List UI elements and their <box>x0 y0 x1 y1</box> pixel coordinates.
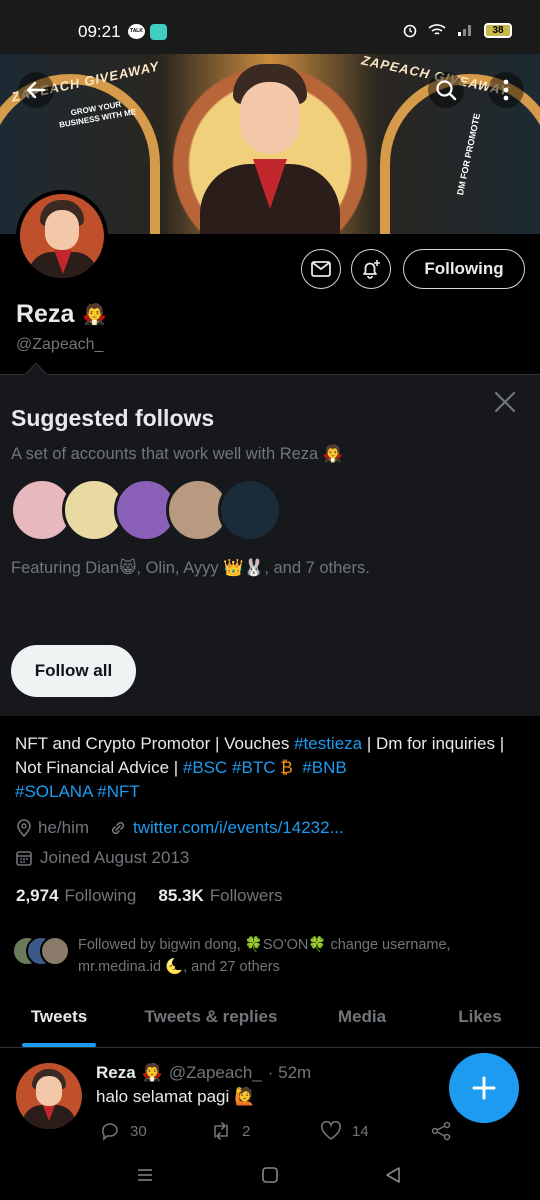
profile-name: Reza <box>16 300 75 328</box>
profile-bio: NFT and Crypto Promotor | Vouches #testi… <box>15 734 505 801</box>
hashtag-link[interactable]: #testieza <box>294 734 362 753</box>
share-button[interactable] <box>430 1121 452 1141</box>
system-nav-bar <box>0 1150 540 1200</box>
hashtag-link[interactable]: #NFT <box>97 782 140 801</box>
tweet-avatar[interactable] <box>16 1063 82 1129</box>
tweet-author-name[interactable]: Reza <box>96 1063 136 1083</box>
bitcoin-icon: ₿ <box>280 758 293 777</box>
tab-tweets-replies[interactable]: Tweets & replies <box>118 994 304 1047</box>
square-icon <box>262 1167 278 1183</box>
home-button[interactable] <box>259 1164 281 1186</box>
share-icon <box>431 1121 451 1141</box>
hashtag-link[interactable]: #BNB <box>302 758 346 777</box>
close-icon <box>494 391 516 413</box>
back-nav-button[interactable] <box>382 1164 404 1186</box>
follow-counts: 2,974 Following 85.3K Followers <box>16 886 282 906</box>
card-caret <box>24 362 48 386</box>
chat-notification-icon <box>150 24 167 40</box>
follow-all-button[interactable]: Follow all <box>11 645 136 697</box>
tab-media[interactable]: Media <box>304 994 420 1047</box>
tweet-actions: 30 2 14 <box>100 1121 460 1141</box>
more-options-button[interactable] <box>488 72 524 108</box>
tweet-author-handle: @Zapeach_ <box>168 1063 262 1082</box>
status-icons: 38 <box>402 22 512 38</box>
joined-date: Joined August 2013 <box>40 848 190 867</box>
compose-tweet-button[interactable] <box>449 1053 519 1123</box>
suggested-subtitle: A set of accounts that work well with Re… <box>11 445 344 463</box>
bell-plus-icon <box>363 260 380 279</box>
retweet-button[interactable]: 2 <box>210 1121 320 1141</box>
status-time: 09:21 <box>78 22 121 41</box>
back-button[interactable] <box>18 72 54 108</box>
profile-name-row: Reza 🧛 <box>16 300 107 329</box>
link-icon <box>111 821 125 835</box>
suggested-featuring: Featuring Dian😸, Olin, Ayyy 👑🐰, and 7 ot… <box>11 559 370 577</box>
tab-likes[interactable]: Likes <box>420 994 540 1047</box>
banner-character <box>200 64 340 234</box>
close-suggestions-button[interactable] <box>490 387 520 417</box>
suggested-account-avatar[interactable] <box>218 478 282 542</box>
talk-notification-icon: TALK <box>128 24 145 39</box>
followed-by-avatars <box>12 936 70 970</box>
recent-apps-button[interactable] <box>134 1164 156 1186</box>
following-count[interactable]: 2,974 Following <box>16 886 136 906</box>
profile-handle: @Zapeach_ <box>16 336 104 353</box>
follower-avatar <box>40 936 70 966</box>
profile-tabs: Tweets Tweets & replies Media Likes <box>0 994 540 1048</box>
envelope-icon <box>311 261 331 277</box>
tweet-author-emoji: 🧛 <box>141 1063 163 1082</box>
followers-count[interactable]: 85.3K Followers <box>158 886 282 906</box>
suggested-avatars[interactable] <box>10 478 290 542</box>
message-button[interactable] <box>301 249 341 289</box>
hashtag-link[interactable]: #BTC <box>232 758 275 777</box>
signal-icon <box>458 25 471 36</box>
menu-icon <box>138 1169 152 1181</box>
tweet-header: Reza 🧛 @Zapeach_ · 52m <box>96 1063 311 1083</box>
plus-icon <box>472 1076 496 1100</box>
like-button[interactable]: 14 <box>320 1121 430 1141</box>
search-icon <box>436 80 457 101</box>
notifications-button[interactable] <box>351 249 391 289</box>
retweet-icon <box>214 1122 228 1140</box>
hashtag-link[interactable]: #BSC <box>183 758 227 777</box>
alarm-icon <box>403 24 417 38</box>
calendar-icon <box>16 851 32 866</box>
vampire-emoji: 🧛 <box>82 304 108 326</box>
reply-button[interactable]: 30 <box>100 1121 210 1141</box>
profile-avatar[interactable] <box>16 190 108 282</box>
following-button[interactable]: Following <box>403 249 525 289</box>
location-pin-icon <box>17 819 31 837</box>
followed-by-text: Followed by bigwin dong, 🍀SO'ON🍀 change … <box>78 937 451 975</box>
profile-meta-row: he/him twitter.com/i/events/14232... <box>16 818 344 838</box>
triangle-back-icon <box>386 1167 400 1183</box>
wifi-icon <box>428 24 446 35</box>
followed-by-row[interactable]: Followed by bigwin dong, 🍀SO'ON🍀 change … <box>12 934 498 978</box>
suggested-title: Suggested follows <box>11 405 215 431</box>
joined-row: Joined August 2013 <box>16 848 189 868</box>
pronouns: he/him <box>38 818 90 837</box>
profile-link[interactable]: twitter.com/i/events/14232... <box>133 818 344 838</box>
hashtag-link[interactable]: #SOLANA <box>15 782 93 801</box>
search-button[interactable] <box>428 72 464 108</box>
heart-icon <box>321 1121 341 1140</box>
tweet-text: halo selamat pagi 🙋 <box>96 1087 256 1106</box>
arrow-left-icon <box>26 81 46 99</box>
battery-icon: 38 <box>484 22 512 38</box>
more-vertical-icon <box>503 79 509 101</box>
status-bar: 09:21 TALK 38 <box>0 0 540 54</box>
reply-icon <box>102 1123 118 1141</box>
suggested-follows-card: Suggested follows A set of accounts that… <box>0 362 540 716</box>
tab-tweets[interactable]: Tweets <box>0 994 118 1047</box>
tweet-time: · 52m <box>267 1063 312 1082</box>
